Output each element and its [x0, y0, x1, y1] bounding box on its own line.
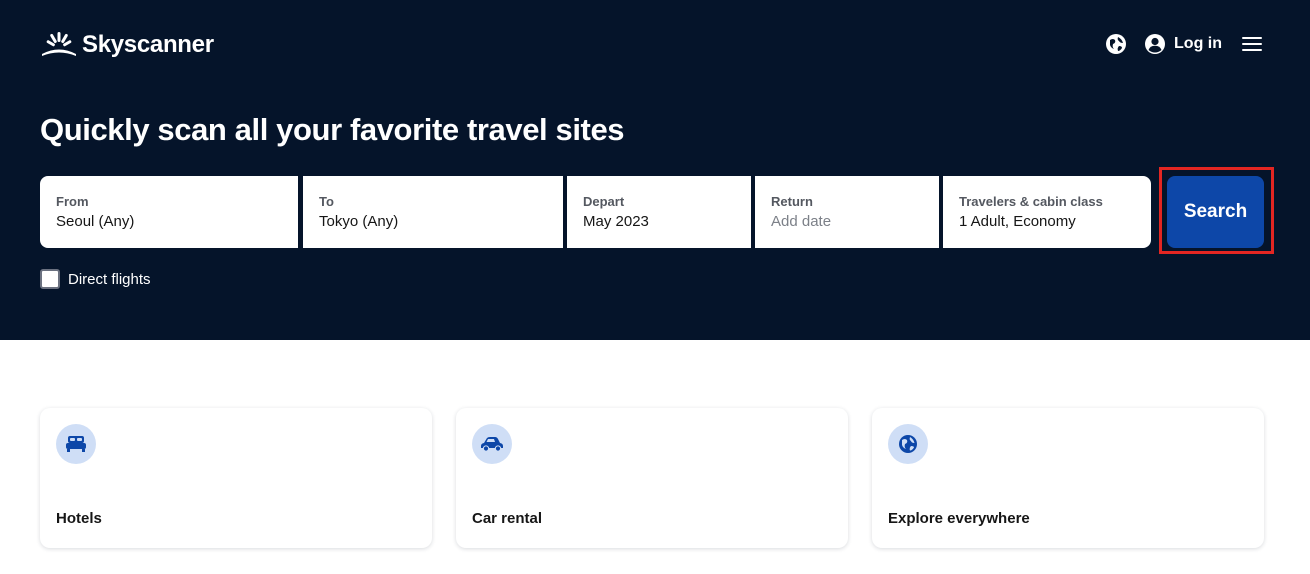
skyscanner-logo[interactable]: Skyscanner [40, 30, 214, 60]
travelers-cabin-field[interactable]: Travelers & cabin class 1 Adult, Economy [943, 176, 1151, 248]
hamburger-menu-icon [1242, 37, 1262, 51]
depart-field[interactable]: Depart May 2023 [567, 176, 751, 248]
header-actions: Log in [1104, 30, 1264, 58]
bed-icon [66, 436, 86, 452]
login-label: Log in [1174, 35, 1222, 52]
depart-label: Depart [583, 194, 625, 209]
globe-icon [1106, 34, 1127, 54]
menu-button[interactable] [1240, 32, 1264, 56]
explore-everywhere-label: Explore everywhere [888, 510, 1030, 527]
car-icon [481, 437, 503, 452]
from-field[interactable]: From Seoul (Any) [40, 176, 298, 248]
car-rental-label: Car rental [472, 510, 543, 527]
to-value[interactable]: Tokyo (Any) [319, 212, 547, 232]
login-button[interactable]: Log in [1144, 33, 1222, 55]
travelers-cabin-label: Travelers & cabin class [959, 194, 1103, 209]
from-label: From [56, 194, 89, 209]
travelers-cabin-value[interactable]: 1 Adult, Economy [959, 212, 1135, 232]
globe-icon-badge [888, 424, 928, 464]
return-label: Return [771, 194, 813, 209]
hero-section: Skyscanner Log in Quickly scan all your … [0, 0, 1310, 340]
to-field[interactable]: To Tokyo (Any) [303, 176, 563, 248]
depart-value[interactable]: May 2023 [583, 212, 735, 232]
globe-icon [899, 435, 917, 453]
to-label: To [319, 194, 334, 209]
direct-flights-option[interactable]: Direct flights [40, 269, 151, 289]
direct-flights-label: Direct flights [68, 270, 151, 288]
search-button[interactable]: Search [1167, 176, 1264, 248]
explore-everywhere-card[interactable]: Explore everywhere [872, 408, 1264, 548]
hotels-card[interactable]: Hotels [40, 408, 432, 548]
return-placeholder[interactable]: Add date [771, 212, 923, 232]
direct-flights-checkbox[interactable] [40, 269, 60, 289]
region-settings-button[interactable] [1104, 32, 1128, 56]
car-rental-card[interactable]: Car rental [456, 408, 848, 548]
bed-icon-badge [56, 424, 96, 464]
return-field[interactable]: Return Add date [755, 176, 939, 248]
car-icon-badge [472, 424, 512, 464]
from-value[interactable]: Seoul (Any) [56, 212, 282, 232]
hotels-label: Hotels [56, 510, 102, 527]
user-circle-icon [1145, 34, 1166, 54]
sunrise-logo-icon [42, 32, 76, 56]
page-headline: Quickly scan all your favorite travel si… [40, 112, 625, 147]
brand-name: Skyscanner [82, 31, 214, 58]
